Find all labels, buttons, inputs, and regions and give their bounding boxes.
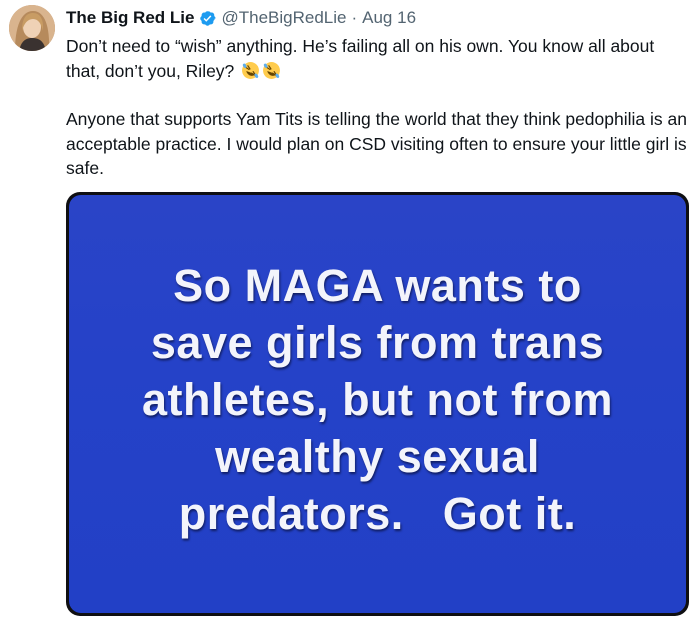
header-separator: · (351, 8, 358, 27)
author-handle[interactable]: @TheBigRedLie (221, 7, 346, 29)
tweet-paragraph-text: Don’t need to “wish” anything. He’s fail… (66, 36, 655, 81)
author-avatar[interactable] (9, 5, 55, 51)
author-display-name[interactable]: The Big Red Lie (66, 7, 194, 29)
verified-badge-icon[interactable] (198, 9, 217, 28)
tweet-paragraph: Anyone that supports Yam Tits is telling… (66, 107, 691, 181)
avatar-portrait-icon (9, 5, 55, 51)
meme-line: athletes, but not from (142, 373, 613, 425)
tweet-paragraph-text: Anyone that supports Yam Tits is telling… (66, 109, 687, 178)
meme-line: So MAGA wants to (173, 259, 582, 311)
tweet-media-image[interactable]: So MAGA wants to save girls from trans a… (66, 192, 689, 616)
meme-line: save girls from trans (150, 316, 605, 368)
meme-image: So MAGA wants to save girls from trans a… (69, 195, 686, 613)
rolling-on-floor-laughing-emoji (263, 61, 281, 79)
tweet-date[interactable]: Aug 16 (362, 7, 416, 29)
meme-line: predators. Got it. (178, 487, 577, 539)
tweet-text: Don’t need to “wish” anything. He’s fail… (66, 34, 691, 181)
tweet-header: The Big Red Lie @TheBigRedLie · Aug 16 (66, 6, 416, 30)
tweet-paragraph: Don’t need to “wish” anything. He’s fail… (66, 34, 691, 83)
tweet[interactable]: The Big Red Lie @TheBigRedLie · Aug 16 D… (0, 0, 700, 626)
meme-caption: So MAGA wants to save girls from trans a… (98, 257, 658, 542)
meme-line: wealthy sexual (215, 430, 540, 482)
rolling-on-floor-laughing-emoji (242, 61, 260, 79)
